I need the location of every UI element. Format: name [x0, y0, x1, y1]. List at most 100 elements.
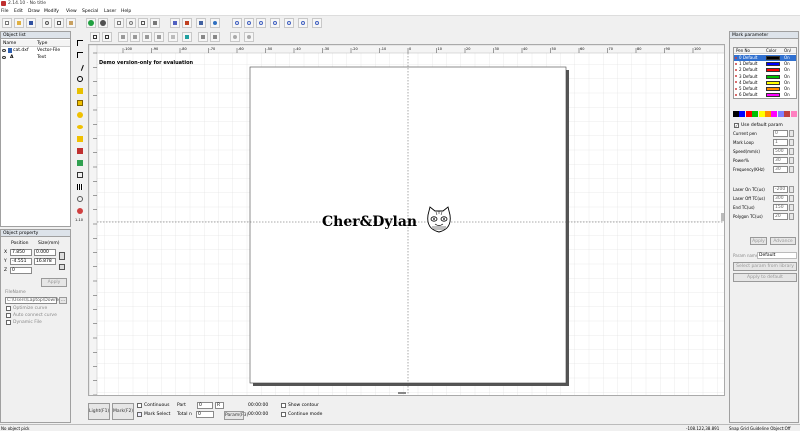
eye-icon[interactable]	[2, 49, 6, 52]
eye-icon[interactable]	[2, 56, 6, 59]
param-spinner[interactable]	[789, 213, 794, 220]
palette-swatch[interactable]	[771, 111, 778, 117]
pen-on-state[interactable]: On	[784, 67, 790, 72]
engraving-text-object[interactable]: Cher&Dylan	[322, 214, 417, 230]
param-spinner[interactable]	[789, 166, 794, 173]
pen-select-icon[interactable]	[168, 32, 178, 42]
circle-tool-icon[interactable]	[75, 110, 84, 119]
apply-to-default-button[interactable]: Apply to default	[733, 273, 797, 282]
param-value-field[interactable]: 300	[773, 195, 788, 202]
pen-row[interactable]: 1 Default On	[734, 61, 796, 67]
use-default-checkbox[interactable]: ✓	[734, 123, 739, 128]
select-param-library-button[interactable]: Select param from library	[733, 262, 797, 271]
pen-color-swatch[interactable]	[766, 87, 780, 91]
open-file-button[interactable]	[14, 18, 24, 28]
menu-edit[interactable]: Edit	[14, 9, 23, 14]
palette-swatch[interactable]	[790, 111, 797, 117]
palette-swatch[interactable]	[739, 111, 746, 117]
menu-file[interactable]: File	[1, 9, 9, 14]
bitmap-tool-icon[interactable]	[75, 158, 84, 167]
grid-button[interactable]	[114, 18, 124, 28]
param-button[interactable]: Param(F3)	[224, 411, 248, 420]
zoom-button[interactable]	[126, 18, 136, 28]
pen-on-state[interactable]: On	[784, 61, 790, 66]
mark-button[interactable]: Mark(F2)	[112, 403, 134, 420]
vector-file-tool-icon[interactable]	[75, 170, 84, 179]
palette-swatch[interactable]	[752, 111, 759, 117]
palette-swatch[interactable]	[745, 111, 752, 117]
zoom-in-icon[interactable]	[232, 18, 242, 28]
menu-view[interactable]: View	[66, 9, 77, 14]
palette-swatch[interactable]	[765, 111, 771, 117]
palette-swatch[interactable]	[758, 111, 765, 117]
x-position-field[interactable]: 7.850	[10, 249, 32, 256]
show-contour-checkbox[interactable]	[281, 403, 286, 408]
palette-swatch[interactable]	[777, 111, 784, 117]
x-size-field[interactable]: 0.000	[34, 249, 56, 256]
tools-button[interactable]	[182, 18, 192, 28]
zoom-select-icon[interactable]	[284, 18, 294, 28]
pen-color-swatch[interactable]	[766, 74, 780, 79]
param-spinner[interactable]	[789, 148, 794, 155]
param-value-field[interactable]: 150	[773, 204, 788, 211]
browse-button[interactable]: ...	[59, 297, 67, 304]
zoom-fit-icon[interactable]	[298, 18, 308, 28]
mirror-button[interactable]	[150, 18, 160, 28]
dynamic-file-checkbox[interactable]	[6, 320, 11, 325]
filename-field[interactable]: C:\Users\Laptop\Downlo	[5, 297, 61, 304]
barcode-tool-icon[interactable]	[75, 182, 84, 191]
param-value-field[interactable]: 30	[773, 157, 788, 164]
list-item[interactable]: cat.dxf Vector-File	[1, 48, 70, 54]
new-file-button[interactable]	[2, 18, 12, 28]
param-value-field[interactable]: -200	[773, 186, 788, 193]
param-value-field[interactable]: 20	[773, 213, 788, 220]
calculator-button[interactable]	[196, 18, 206, 28]
mark-select-checkbox[interactable]	[137, 412, 142, 417]
ungroup-icon[interactable]	[244, 32, 254, 42]
part-r-button[interactable]: R	[215, 402, 224, 409]
vertical-scroll-handle[interactable]	[721, 213, 724, 221]
zoom-page-icon[interactable]	[312, 18, 322, 28]
cut-button[interactable]	[42, 18, 52, 28]
lock-ratio-icon[interactable]	[59, 252, 65, 260]
menu-help[interactable]: Help	[121, 9, 131, 14]
zoom-all-icon[interactable]	[256, 18, 266, 28]
continue-mode-checkbox[interactable]	[281, 412, 286, 417]
flip-horizontal-icon[interactable]	[198, 32, 208, 42]
param-spinner[interactable]	[789, 130, 794, 137]
lock-icon[interactable]	[118, 32, 128, 42]
color-fill-icon[interactable]	[182, 32, 192, 42]
green-circle-button[interactable]	[86, 18, 96, 28]
advance-button[interactable]: Advance	[770, 237, 796, 245]
lock4-icon[interactable]	[154, 32, 164, 42]
rectangle-tool-icon[interactable]	[75, 98, 84, 107]
group-icon[interactable]	[230, 32, 240, 42]
copy-button[interactable]	[54, 18, 64, 28]
size-unit-icon[interactable]	[59, 264, 65, 270]
param-spinner[interactable]	[789, 157, 794, 164]
param-value-field[interactable]: 30	[773, 166, 788, 173]
pen-row[interactable]: 5 Default On	[734, 86, 796, 92]
rotate-button[interactable]	[138, 18, 148, 28]
part-field[interactable]: 0	[197, 402, 213, 409]
node-edit-button[interactable]	[170, 18, 180, 28]
param-name-field[interactable]: Default	[757, 252, 797, 259]
pen-row[interactable]: 3 Default On	[734, 74, 796, 80]
canvas-area[interactable]: -100 -90 -80 -70 -60 -50 -40 -30 -20 -10 0 10 20 30 40…	[88, 44, 725, 396]
pen-row[interactable]: 4 Default On	[734, 80, 796, 86]
text-tool-icon[interactable]	[75, 146, 84, 155]
input-port-icon[interactable]	[75, 206, 84, 215]
save-file-button[interactable]	[26, 18, 36, 28]
param-value-field[interactable]: 0	[773, 130, 788, 137]
horizontal-scroll-handle[interactable]	[398, 392, 406, 394]
pen-on-state[interactable]: On	[784, 86, 790, 91]
lock2-icon[interactable]	[130, 32, 140, 42]
align-right-icon[interactable]	[102, 32, 112, 42]
select-tool-icon[interactable]	[75, 38, 84, 47]
help-button[interactable]	[210, 18, 220, 28]
param-value-field[interactable]: 1	[773, 139, 788, 146]
y-position-field[interactable]: -4.551	[10, 258, 32, 265]
pen-row[interactable]: 6 Default On	[734, 92, 796, 98]
apply-button[interactable]: Apply	[41, 278, 67, 287]
total-field[interactable]: 0	[196, 411, 214, 418]
